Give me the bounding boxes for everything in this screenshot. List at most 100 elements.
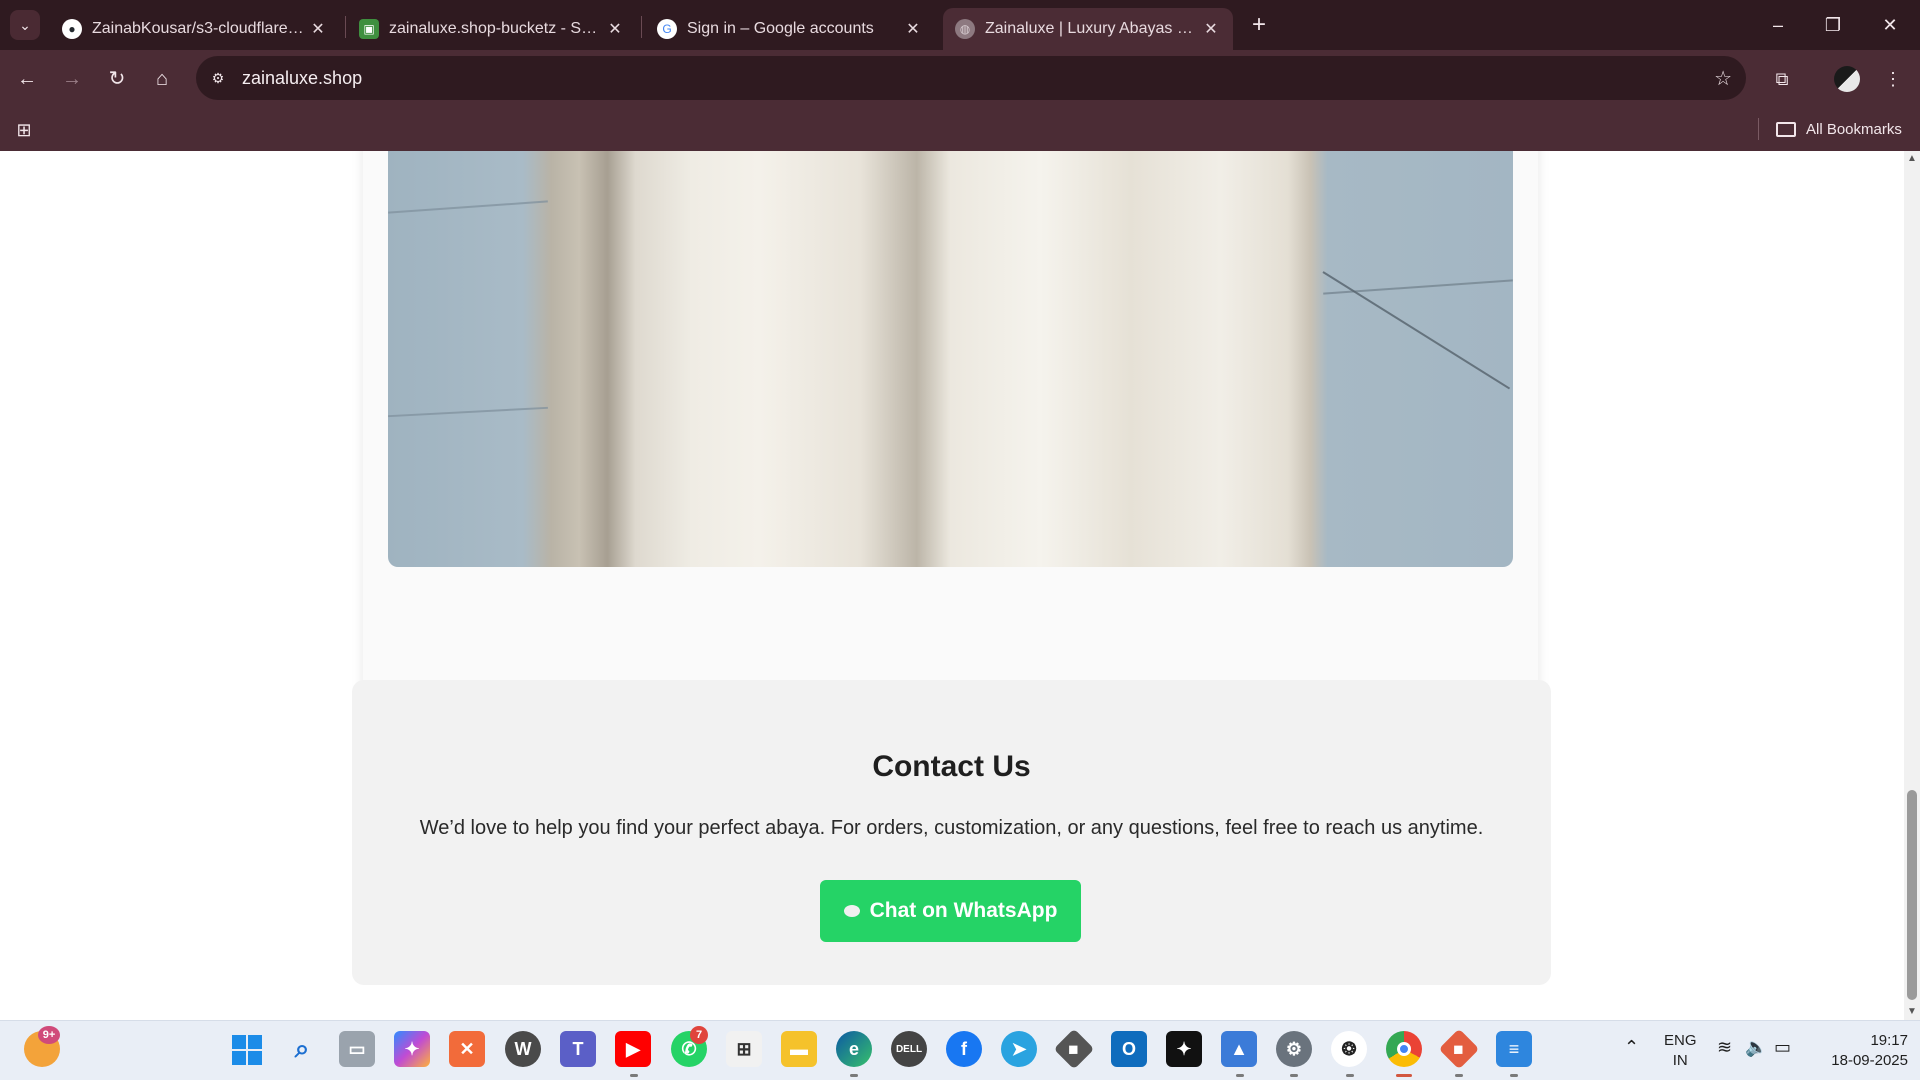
region-code: IN xyxy=(1672,1052,1688,1069)
language-indicator[interactable]: ENG IN xyxy=(1664,1031,1697,1071)
close-tab-icon[interactable]: ✕ xyxy=(308,19,328,39)
contact-text: We’d love to help you find your perfect … xyxy=(419,817,1484,839)
globe-icon: ◍ xyxy=(955,19,975,39)
file-explorer-icon[interactable]: ▬ xyxy=(781,1031,817,1067)
edge-icon[interactable]: e xyxy=(836,1031,872,1067)
ai-sparkle-icon[interactable]: ✦ xyxy=(1166,1031,1202,1067)
start-windows-icon[interactable] xyxy=(232,1035,262,1065)
github-icon: ● xyxy=(62,19,82,39)
restore-button[interactable]: ❐ xyxy=(1813,8,1853,42)
chrome-icon[interactable] xyxy=(1386,1031,1422,1067)
running-indicator xyxy=(1346,1074,1354,1077)
tab-s3-bucket[interactable]: ▣ zainaluxe.shop-bucketz - S3 bucket ✕ xyxy=(347,8,637,50)
folder-icon xyxy=(1776,121,1796,137)
forward-button[interactable]: → xyxy=(57,64,87,94)
address-bar[interactable]: ⚙ zainaluxe.shop ☆ xyxy=(196,56,1746,100)
speech-bubble-icon xyxy=(843,905,860,917)
abaya-photo xyxy=(388,151,1513,567)
clock-time: 19:17 xyxy=(1870,1032,1908,1049)
photos-icon[interactable]: ▲ xyxy=(1221,1031,1257,1067)
all-bookmarks-button[interactable]: All Bookmarks xyxy=(1776,116,1902,142)
clock-date: 18-09-2025 xyxy=(1831,1052,1908,1069)
apps-grid-icon[interactable]: ⊞ xyxy=(12,118,36,142)
dell-icon[interactable]: DELL xyxy=(891,1031,927,1067)
search-icon[interactable]: ⌕ xyxy=(284,1031,320,1067)
all-bookmarks-label: All Bookmarks xyxy=(1806,120,1902,138)
profile-avatar[interactable] xyxy=(1834,66,1860,92)
close-tab-icon[interactable]: ✕ xyxy=(1201,19,1221,39)
battery-icon[interactable]: ▭ xyxy=(1774,1037,1791,1058)
home-button[interactable]: ⌂ xyxy=(147,64,177,94)
active-app-indicator xyxy=(1396,1074,1412,1077)
notepad-icon[interactable]: ≡ xyxy=(1496,1031,1532,1067)
floor-tile-line xyxy=(388,200,548,214)
tab-zainaluxe[interactable]: ◍ Zainaluxe | Luxury Abayas & Modest ✕ xyxy=(943,8,1233,50)
system-clock[interactable]: 19:17 18-09-2025 xyxy=(1808,1031,1908,1071)
tab-google-signin[interactable]: G Sign in – Google accounts ✕ xyxy=(645,8,935,50)
task-view-icon[interactable]: ▭ xyxy=(339,1031,375,1067)
new-tab-button[interactable]: + xyxy=(1246,12,1272,38)
close-tab-icon[interactable]: ✕ xyxy=(903,19,923,39)
microsoft-store-icon[interactable]: ⊞ xyxy=(726,1031,762,1067)
close-tab-icon[interactable]: ✕ xyxy=(605,19,625,39)
running-indicator xyxy=(1510,1074,1518,1077)
tab-title: Sign in – Google accounts xyxy=(687,20,874,37)
settings-gear-icon[interactable]: ⚙ xyxy=(1276,1031,1312,1067)
tab-title: zainaluxe.shop-bucketz - S3 bucket xyxy=(389,20,605,37)
outlook-icon[interactable]: O xyxy=(1111,1031,1147,1067)
tab-title: ZainabKousar/s3-cloudflare-action xyxy=(92,20,308,37)
volume-icon[interactable]: 🔈 xyxy=(1745,1037,1767,1058)
running-indicator xyxy=(850,1074,858,1077)
git-client-icon[interactable]: ◆ xyxy=(1438,1028,1480,1070)
tab-github[interactable]: ● ZainabKousar/s3-cloudflare-action ✕ xyxy=(50,8,340,50)
tab-separator xyxy=(641,16,642,38)
contact-heading: Contact Us xyxy=(872,750,1031,783)
tab-separator xyxy=(345,16,346,38)
running-indicator xyxy=(1455,1074,1463,1077)
browser-toolbar: ← → ↻ ⌂ ⚙ zainaluxe.shop ☆ ⧉ ⋮ xyxy=(0,50,1920,108)
tab-search-button[interactable]: ⌄ xyxy=(10,10,40,40)
scrollbar-thumb[interactable] xyxy=(1907,790,1917,1000)
tab-strip: ⌄ ● ZainabKousar/s3-cloudflare-action ✕ … xyxy=(0,0,1920,50)
whatsapp-chat-button[interactable]: Chat on WhatsApp xyxy=(820,880,1081,942)
copilot-icon[interactable]: ✦ xyxy=(394,1031,430,1067)
floor-tile-line xyxy=(388,406,548,418)
close-window-button[interactable]: ✕ xyxy=(1870,8,1910,42)
tab-title: Zainaluxe | Luxury Abayas & Modest xyxy=(985,20,1201,37)
show-hidden-icons-chevron-icon[interactable]: ⌃ xyxy=(1624,1037,1639,1058)
browser-window: ⌄ ● ZainabKousar/s3-cloudflare-action ✕ … xyxy=(0,0,1920,151)
chatgpt-icon[interactable]: ❂ xyxy=(1331,1031,1367,1067)
language-code: ENG xyxy=(1664,1032,1697,1049)
youtube-icon[interactable]: ▶ xyxy=(615,1031,651,1067)
page-viewport: Contact Us We’d love to help you find yo… xyxy=(0,151,1904,1020)
reload-button[interactable]: ↻ xyxy=(102,64,132,94)
bookmarks-separator xyxy=(1758,118,1759,140)
whatsapp-badge: 7 xyxy=(690,1026,708,1044)
wordpress-icon[interactable]: W xyxy=(505,1031,541,1067)
telegram-icon[interactable]: ➤ xyxy=(1001,1031,1037,1067)
scroll-down-arrow-icon[interactable]: ▼ xyxy=(1904,1004,1920,1020)
bookmark-star-icon[interactable]: ☆ xyxy=(1714,66,1732,91)
site-info-icon[interactable]: ⚙ xyxy=(208,68,228,88)
floor-tile-line xyxy=(1323,279,1513,295)
menu-kebab-icon[interactable]: ⋮ xyxy=(1878,64,1908,94)
contact-section: Contact Us We’d love to help you find yo… xyxy=(352,680,1551,985)
wifi-icon[interactable]: ≋ xyxy=(1717,1037,1732,1058)
running-indicator xyxy=(630,1074,638,1077)
scroll-up-arrow-icon[interactable]: ▲ xyxy=(1904,151,1920,167)
bookmarks-bar: ⊞ All Bookmarks xyxy=(0,108,1920,151)
minimize-button[interactable]: – xyxy=(1758,8,1798,42)
xampp-icon[interactable]: ✕ xyxy=(449,1031,485,1067)
running-indicator xyxy=(1236,1074,1244,1077)
extensions-icon[interactable]: ⧉ xyxy=(1767,64,1797,94)
url-text[interactable]: zainaluxe.shop xyxy=(242,68,362,89)
weather-badge: 9+ xyxy=(38,1026,60,1044)
facebook-icon[interactable]: f xyxy=(946,1031,982,1067)
google-icon: G xyxy=(657,19,677,39)
teams-icon[interactable]: T xyxy=(560,1031,596,1067)
back-button[interactable]: ← xyxy=(12,64,42,94)
s3-bucket-icon: ▣ xyxy=(359,19,379,39)
whatsapp-button-label: Chat on WhatsApp xyxy=(869,899,1058,922)
floor-tile-line xyxy=(1322,271,1511,390)
git-tool-icon[interactable]: ◆ xyxy=(1053,1028,1095,1070)
